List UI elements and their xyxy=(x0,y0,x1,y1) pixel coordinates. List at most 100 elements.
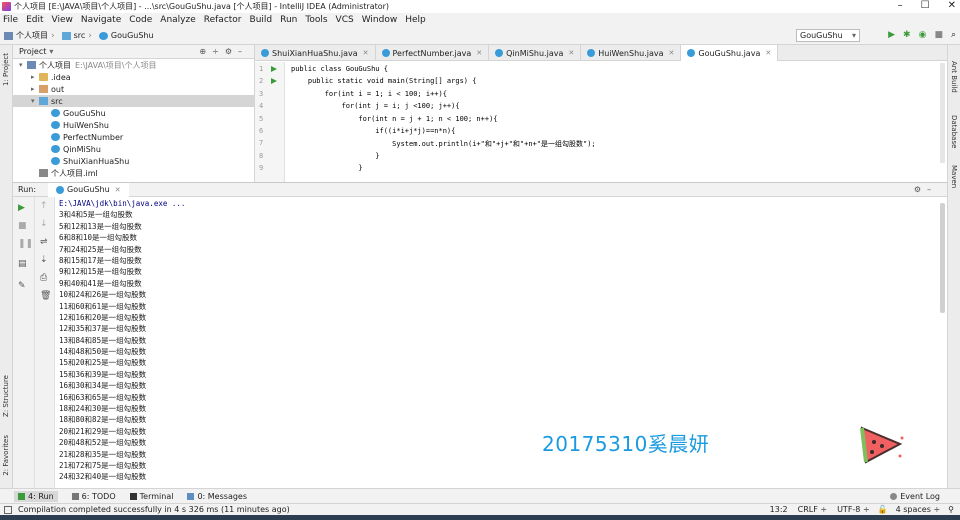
editor-tab[interactable]: ShuiXianHuaShu.java ✕ xyxy=(255,45,376,61)
breadcrumb-class[interactable]: GouGuShu xyxy=(98,31,154,40)
tree-item[interactable]: PerfectNumber xyxy=(13,131,254,143)
close-icon[interactable]: ✕ xyxy=(765,49,771,57)
debug-icon[interactable]: ✱ xyxy=(903,30,911,40)
arrow-down-icon[interactable]: ↓ xyxy=(40,219,48,229)
gear-icon[interactable]: ⚙ xyxy=(225,47,238,56)
soft-wrap-icon[interactable]: ⇌ xyxy=(40,237,48,247)
run-gutter-icon[interactable] xyxy=(271,66,277,72)
terminal-tool-tab[interactable]: Terminal xyxy=(129,492,173,501)
gear-icon[interactable]: ⚙ xyxy=(914,185,927,194)
menu-file[interactable]: File xyxy=(3,15,18,25)
breadcrumb-src[interactable]: src xyxy=(61,31,85,40)
tree-item[interactable]: ▾ 个人项目 E:\JAVA\项目\个人项目 xyxy=(13,59,254,71)
pin-icon[interactable]: ✎ xyxy=(18,281,26,291)
close-icon[interactable]: ✕ xyxy=(669,49,675,57)
console-scrollbar[interactable] xyxy=(940,203,945,313)
class-icon xyxy=(51,157,60,165)
menu-refactor[interactable]: Refactor xyxy=(204,15,242,25)
console-output[interactable]: E:\JAVA\jdk\bin\java.exe ... 3和4和5是一组勾股数… xyxy=(59,198,939,488)
lock-icon[interactable]: 🔓 xyxy=(878,505,888,514)
git-icon[interactable]: ⚲ xyxy=(948,505,954,514)
trash-icon[interactable]: 🗑 xyxy=(40,291,51,301)
editor-scrollbar[interactable] xyxy=(940,63,945,163)
hide-icon[interactable]: – xyxy=(927,185,937,194)
stop-icon[interactable]: ■ xyxy=(18,221,27,231)
locate-icon[interactable]: ⊕ xyxy=(199,47,212,56)
menu-edit[interactable]: Edit xyxy=(26,15,43,25)
database-tool-button[interactable]: Database xyxy=(950,115,958,148)
tree-item[interactable]: ShuiXianHuaShu xyxy=(13,155,254,167)
collapse-icon[interactable]: ÷ xyxy=(212,47,225,56)
menu-navigate[interactable]: Navigate xyxy=(81,15,121,25)
run-config-select[interactable]: GouGuShu ▾ xyxy=(796,29,860,42)
close-icon[interactable]: ✕ xyxy=(115,186,121,194)
tree-item[interactable]: GouGuShu xyxy=(13,107,254,119)
favorites-tool-button[interactable]: 2: Favorites xyxy=(2,435,10,476)
caret-position[interactable]: 13:2 xyxy=(770,505,788,514)
menu-run[interactable]: Run xyxy=(280,15,297,25)
print-icon[interactable]: ⎙ xyxy=(40,273,47,283)
menu-view[interactable]: View xyxy=(52,15,73,25)
menu-tools[interactable]: Tools xyxy=(305,15,327,25)
search-icon[interactable]: ⌕ xyxy=(951,30,956,40)
close-icon[interactable]: ✕ xyxy=(363,49,369,57)
arrow-up-icon[interactable]: ↑ xyxy=(40,201,48,211)
console-line: 9和40和41是一组勾股数 xyxy=(59,278,142,288)
maximize-icon[interactable]: ☐ xyxy=(921,0,930,11)
close-icon[interactable]: ✕ xyxy=(948,0,956,11)
tree-item[interactable]: ▸ out xyxy=(13,83,254,95)
menu-vcs[interactable]: VCS xyxy=(336,15,354,25)
chevron-down-icon[interactable]: ▾ xyxy=(49,47,53,56)
tree-item[interactable]: 个人项目.iml xyxy=(13,167,254,179)
minimize-icon[interactable]: – xyxy=(898,0,903,11)
menu-code[interactable]: Code xyxy=(129,15,152,25)
tree-item[interactable]: QinMiShu xyxy=(13,143,254,155)
tree-item[interactable]: ▸ .idea xyxy=(13,71,254,83)
hide-icon[interactable]: – xyxy=(238,47,248,56)
menu-help[interactable]: Help xyxy=(405,15,426,25)
editor-tab[interactable]: HuiWenShu.java ✕ xyxy=(581,45,682,61)
messages-tool-tab[interactable]: 0: Messages xyxy=(187,492,247,501)
status-message[interactable]: Compilation completed successfully in 4 … xyxy=(18,505,290,514)
editor-tab[interactable]: GouGuShu.java ✕ xyxy=(681,45,779,61)
ant-build-tool-button[interactable]: Ant Build xyxy=(950,61,958,93)
project-view-select[interactable]: Project xyxy=(19,47,46,56)
menu-analyze[interactable]: Analyze xyxy=(160,15,195,25)
breadcrumb-project[interactable]: 个人项目 xyxy=(4,30,48,41)
line-separator[interactable]: CRLF ÷ xyxy=(798,505,827,514)
run-icon[interactable]: ▶ xyxy=(888,30,895,40)
line-number: 4 xyxy=(259,102,264,111)
tree-item[interactable]: ▾ src xyxy=(13,95,254,107)
project-tool-button[interactable]: 1: Project xyxy=(2,53,10,86)
coverage-icon[interactable]: ◉ xyxy=(919,30,927,40)
close-icon[interactable]: ✕ xyxy=(476,49,482,57)
code-area[interactable]: public class GouGuShu { public static vo… xyxy=(291,62,931,182)
structure-tool-button[interactable]: Z: Structure xyxy=(2,375,10,417)
stop-icon[interactable]: ■ xyxy=(934,30,943,40)
close-icon[interactable]: ✕ xyxy=(568,49,574,57)
tree-item-label: HuiWenShu xyxy=(63,120,109,130)
run-tab[interactable]: GouGuShu ✕ xyxy=(48,182,129,197)
event-log-tab[interactable]: Event Log xyxy=(890,492,940,501)
restore-layout-icon[interactable]: ▤ xyxy=(18,259,27,269)
navigation-bar: 个人项目 › src › GouGuShu GouGuShu ▾ ▶ ✱ ◉ ■ … xyxy=(0,27,960,45)
editor-tab[interactable]: PerfectNumber.java ✕ xyxy=(376,45,490,61)
tree-expand-arrow[interactable]: ▾ xyxy=(19,61,27,69)
rerun-icon[interactable]: ▶ xyxy=(18,203,25,213)
run-tool-tab[interactable]: 4: Run xyxy=(14,490,58,502)
tool-window-toggle-icon[interactable] xyxy=(4,505,12,514)
menu-build[interactable]: Build xyxy=(250,15,273,25)
tree-expand-arrow[interactable]: ▸ xyxy=(31,85,39,93)
menu-window[interactable]: Window xyxy=(362,15,398,25)
tree-expand-arrow[interactable]: ▸ xyxy=(31,73,39,81)
pause-icon[interactable]: ❚❚ xyxy=(18,239,33,249)
scroll-to-end-icon[interactable]: ⇣ xyxy=(40,255,48,265)
tree-expand-arrow[interactable]: ▾ xyxy=(31,97,39,105)
file-encoding[interactable]: UTF-8 ÷ xyxy=(837,505,870,514)
indent-setting[interactable]: 4 spaces ÷ xyxy=(896,505,941,514)
editor-tab[interactable]: QinMiShu.java ✕ xyxy=(489,45,582,61)
run-gutter-icon[interactable] xyxy=(271,78,277,85)
tree-item[interactable]: HuiWenShu xyxy=(13,119,254,131)
maven-tool-button[interactable]: Maven xyxy=(950,165,958,188)
todo-tool-tab[interactable]: 6: TODO xyxy=(71,492,116,501)
